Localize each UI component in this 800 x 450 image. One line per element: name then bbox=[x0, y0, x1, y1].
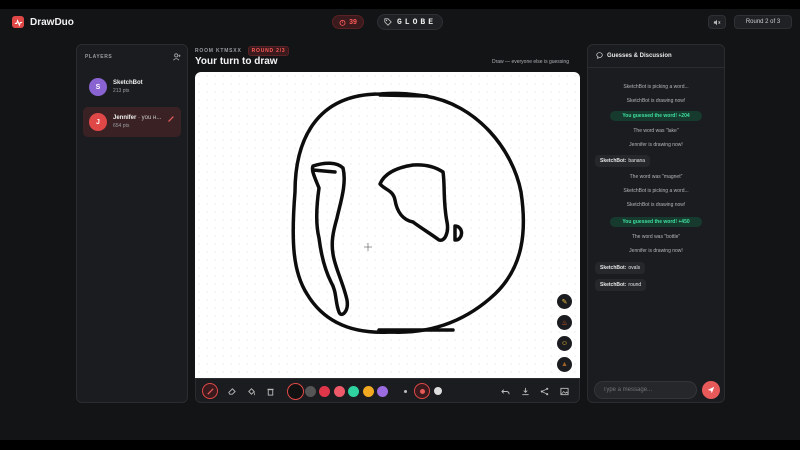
quick-tool-button[interactable]: ✎ bbox=[557, 294, 572, 309]
pulse-icon bbox=[12, 16, 24, 28]
player-card-active[interactable]: J Jennifer · you н... 654 pts bbox=[83, 107, 181, 137]
chat-message-user: SketchBot: round bbox=[595, 279, 647, 291]
pencil-tool-button[interactable] bbox=[202, 383, 218, 399]
undo-icon bbox=[500, 388, 510, 394]
player-points: 213 pts bbox=[113, 88, 130, 94]
chat-message-system: The word was "bottle" bbox=[631, 234, 681, 240]
smile-icon: ☺ bbox=[560, 340, 569, 347]
download-button[interactable] bbox=[517, 383, 533, 399]
avatar: J bbox=[89, 113, 107, 131]
fire-icon: ♨ bbox=[561, 319, 568, 327]
tag-icon bbox=[384, 18, 392, 26]
share-button[interactable] bbox=[536, 383, 552, 399]
chat-title: Guesses & Discussion bbox=[607, 52, 672, 59]
eraser-icon bbox=[227, 387, 236, 395]
round-indicator: Round 2 of 3 bbox=[734, 15, 792, 29]
undo-button[interactable] bbox=[497, 383, 513, 399]
send-icon bbox=[707, 386, 715, 394]
color-swatch[interactable] bbox=[305, 386, 316, 397]
download-icon bbox=[521, 387, 529, 395]
chat-message-system: SketchBot is drawing now! bbox=[626, 98, 686, 104]
chat-panel: Guesses & Discussion SketchBot is pickin… bbox=[587, 44, 725, 403]
share-icon bbox=[540, 387, 548, 395]
chat-bubble-icon bbox=[596, 52, 603, 59]
turn-note: Draw — everyone else is guessing bbox=[492, 59, 569, 65]
chat-input[interactable] bbox=[594, 381, 697, 399]
chat-message-user: SketchBot: banana bbox=[595, 155, 651, 167]
image-icon bbox=[559, 387, 569, 395]
top-bar: DrawDuo 39 GLOBE Round 2 of 3 bbox=[0, 9, 800, 36]
secret-word: GLOBE bbox=[377, 14, 443, 30]
eraser-emoji-icon: ✎ bbox=[561, 298, 568, 306]
app-name: DrawDuo bbox=[30, 16, 74, 28]
logo: DrawDuo bbox=[12, 16, 74, 28]
chat-message-guessed: You guessed the word! +450 bbox=[610, 217, 702, 227]
color-swatch[interactable] bbox=[348, 386, 359, 397]
quick-tool-button[interactable]: ☺ bbox=[557, 336, 572, 351]
drawing-pencil-icon bbox=[168, 116, 174, 122]
timer-icon bbox=[339, 19, 346, 26]
eraser-tool-button[interactable] bbox=[223, 383, 239, 399]
color-swatch[interactable] bbox=[334, 386, 345, 397]
page-title: Your turn to draw bbox=[195, 56, 278, 67]
sound-toggle-button[interactable] bbox=[708, 15, 726, 29]
mute-icon bbox=[713, 19, 721, 25]
quick-tool-button[interactable]: ▲ bbox=[557, 357, 572, 372]
avatar: S bbox=[89, 78, 107, 96]
room-code: ROOM KTMSXX bbox=[195, 48, 242, 54]
color-swatch-selected[interactable] bbox=[287, 383, 304, 400]
secret-word-text: GLOBE bbox=[396, 17, 436, 27]
drawing-toolbar bbox=[195, 378, 580, 403]
chat-message-system: Jennifer is drawing now! bbox=[629, 248, 683, 254]
turn-timer: 39 bbox=[332, 15, 364, 29]
brush-size-small[interactable] bbox=[404, 390, 407, 393]
player-name: SketchBot bbox=[113, 80, 143, 86]
players-panel: PLAYERS S SketchBot 213 pts J Jennifer ·… bbox=[76, 44, 188, 403]
bucket-icon bbox=[247, 387, 255, 395]
player-points: 654 pts bbox=[113, 123, 130, 129]
chat-message-system: Jennifer is drawing now! bbox=[629, 142, 683, 148]
app-window: DrawDuo 39 GLOBE Round 2 of 3 PLAYERS S … bbox=[0, 9, 800, 440]
send-button[interactable] bbox=[702, 381, 720, 399]
poop-icon: ▲ bbox=[561, 361, 568, 368]
chat-message-system: The word was "lake" bbox=[633, 128, 679, 134]
clear-canvas-button[interactable] bbox=[262, 383, 278, 399]
timer-value: 39 bbox=[349, 18, 357, 26]
drawing-canvas[interactable]: ✎ ♨ ☺ ▲ bbox=[195, 72, 580, 380]
color-swatch[interactable] bbox=[363, 386, 374, 397]
room-info: ROOM KTMSXX ROUND 2/3 bbox=[195, 46, 290, 56]
divider bbox=[588, 67, 724, 68]
chat-message-user: SketchBot: ovals bbox=[595, 262, 646, 274]
player-name: Jennifer · you н... bbox=[113, 115, 162, 121]
player-card[interactable]: S SketchBot 213 pts bbox=[83, 72, 181, 102]
globe-drawing bbox=[291, 91, 526, 334]
chat-message-system: SketchBot is picking a word... bbox=[623, 84, 689, 90]
color-swatch[interactable] bbox=[319, 386, 330, 397]
chat-message-system: SketchBot is picking a word... bbox=[623, 188, 689, 194]
quick-tool-button[interactable]: ♨ bbox=[557, 315, 572, 330]
brush-size-medium[interactable] bbox=[414, 383, 430, 399]
round-badge: ROUND 2/3 bbox=[247, 46, 290, 56]
image-button[interactable] bbox=[556, 383, 572, 399]
pencil-icon bbox=[206, 387, 214, 395]
chat-message-guessed: You guessed the word! +204 bbox=[610, 111, 702, 121]
chat-message-system: SketchBot is drawing now! bbox=[626, 202, 686, 208]
players-title: PLAYERS bbox=[85, 54, 113, 60]
add-user-icon[interactable] bbox=[173, 53, 181, 61]
trash-icon bbox=[266, 388, 274, 396]
color-swatch[interactable] bbox=[377, 386, 388, 397]
chat-message-system: The word was "magnet" bbox=[629, 174, 683, 180]
brush-size-large[interactable] bbox=[434, 387, 442, 395]
fill-tool-button[interactable] bbox=[243, 383, 259, 399]
